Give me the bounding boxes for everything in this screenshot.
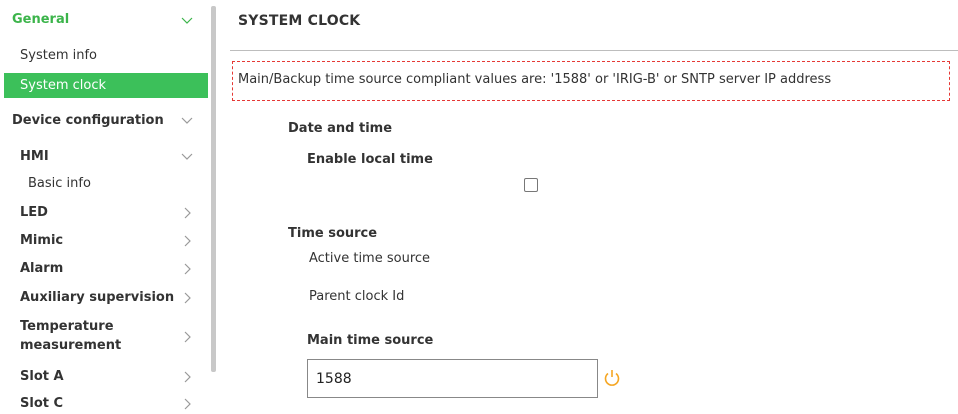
- sidebar-item-temperature-measurement[interactable]: Temperature measurement: [0, 316, 208, 358]
- parent-clock-id-label: Parent clock Id: [309, 289, 405, 304]
- sidebar-item-label: General: [12, 12, 70, 27]
- sidebar-item-auxiliary-supervision[interactable]: Auxiliary supervision: [0, 286, 208, 310]
- sidebar-item-label: HMI: [20, 149, 49, 164]
- sidebar-item-alarm[interactable]: Alarm: [0, 257, 208, 281]
- sidebar-item-basic-info[interactable]: Basic info: [0, 173, 208, 195]
- chevron-down-icon: [180, 114, 194, 128]
- page-title: SYSTEM CLOCK: [238, 13, 361, 29]
- chevron-right-icon: [180, 291, 194, 305]
- sidebar-item-label: Device configuration: [12, 113, 164, 128]
- sidebar-item-led[interactable]: LED: [0, 201, 208, 225]
- sidebar-item-label: Mimic: [20, 233, 64, 248]
- enable-local-time-label: Enable local time: [307, 152, 433, 167]
- sidebar-item-label: LED: [20, 205, 48, 220]
- chevron-right-icon: [180, 397, 194, 411]
- section-time-source: Time source: [288, 226, 378, 241]
- chevron-right-icon: [180, 262, 194, 276]
- main-time-source-input[interactable]: 1588: [307, 359, 598, 398]
- sidebar-nav: General System info System clock Device …: [0, 0, 212, 414]
- sidebar-item-slot-c[interactable]: Slot C: [0, 392, 208, 414]
- chevron-right-icon: [180, 370, 194, 384]
- main-time-source-label: Main time source: [307, 333, 434, 348]
- main-panel: SYSTEM CLOCK Main/Backup time source com…: [216, 0, 958, 414]
- sidebar-item-device-configuration[interactable]: Device configuration: [0, 109, 208, 133]
- sidebar-item-system-clock[interactable]: System clock: [4, 73, 208, 98]
- sidebar-item-label: Slot C: [20, 396, 64, 411]
- main-time-source-value: 1588: [316, 371, 352, 387]
- sidebar-item-label: Alarm: [20, 261, 64, 276]
- sidebar-item-label-line1: Temperature: [20, 319, 114, 334]
- chevron-right-icon: [180, 330, 194, 344]
- sidebar-item-label: Slot A: [20, 369, 64, 384]
- sidebar-item-general[interactable]: General: [0, 8, 208, 34]
- notice-text: Main/Backup time source compliant values…: [238, 72, 832, 87]
- chevron-down-icon: [180, 14, 194, 28]
- sidebar-item-slot-a[interactable]: Slot A: [0, 365, 208, 389]
- enable-local-time-checkbox[interactable]: [524, 178, 538, 192]
- sidebar-item-hmi[interactable]: HMI: [0, 145, 208, 169]
- chevron-right-icon: [180, 234, 194, 248]
- sidebar-item-mimic[interactable]: Mimic: [0, 229, 208, 253]
- chevron-right-icon: [180, 206, 194, 220]
- sidebar-item-system-info[interactable]: System info: [0, 45, 208, 67]
- section-date-and-time: Date and time: [288, 121, 393, 136]
- title-divider: [230, 50, 958, 51]
- sidebar-item-label: System clock: [20, 78, 106, 93]
- sidebar-item-label: Basic info: [28, 176, 91, 191]
- sidebar-item-label: Auxiliary supervision: [20, 290, 175, 305]
- refresh-icon[interactable]: [602, 368, 622, 388]
- time-source-notice: Main/Backup time source compliant values…: [232, 61, 950, 101]
- active-time-source-label: Active time source: [309, 251, 431, 266]
- sidebar-item-label-line2: measurement: [20, 338, 122, 353]
- sidebar-item-label: System info: [20, 48, 97, 63]
- chevron-down-icon: [180, 150, 194, 164]
